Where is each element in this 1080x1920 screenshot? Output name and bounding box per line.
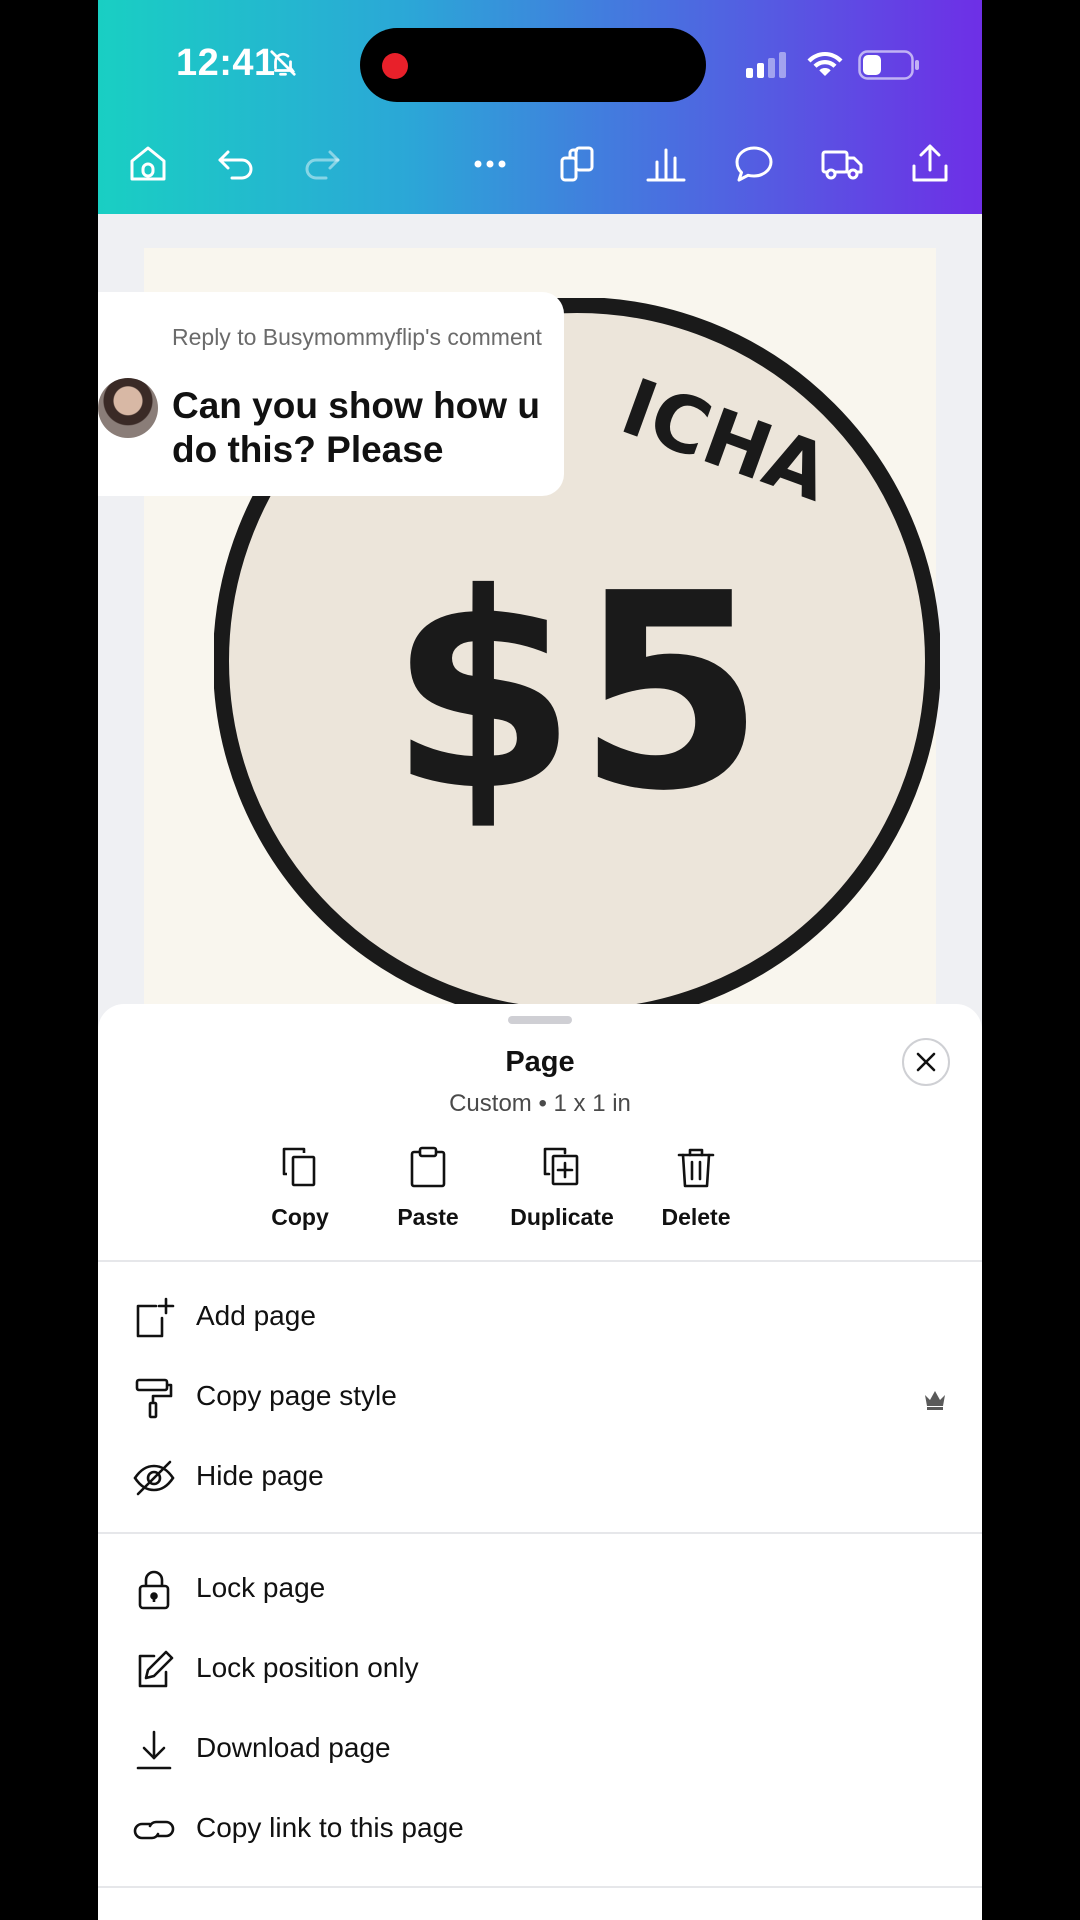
page-size-label: Custom • 1 x 1 in	[449, 1090, 631, 1117]
menu-item-label: Hide page	[196, 1460, 324, 1491]
menu-item-label: Lock page	[196, 1572, 326, 1603]
home-button[interactable]	[120, 136, 176, 192]
phone-screen: 12:41 ICHA $5 Reply to Busymommyflip's c…	[98, 0, 982, 1920]
menu-item-lock-page[interactable]: Lock page	[98, 1550, 982, 1630]
delete-button[interactable]: Delete	[636, 1144, 756, 1231]
menu-item-copy-page-style[interactable]: Copy page style	[98, 1358, 982, 1438]
menu-item-add-page[interactable]: Add page	[98, 1278, 982, 1358]
editor-toolbar	[98, 136, 982, 196]
copy-icon	[282, 1147, 316, 1187]
menu-item-label: Lock position only	[196, 1652, 419, 1683]
insights-button[interactable]	[638, 136, 694, 192]
close-button[interactable]	[902, 1038, 950, 1086]
pages-icon	[560, 146, 594, 182]
comment-button[interactable]	[726, 136, 782, 192]
status-time: 12:41	[176, 42, 276, 84]
pages-button[interactable]	[550, 136, 606, 192]
chart-icon	[646, 148, 686, 182]
share-icon	[912, 144, 948, 182]
undo-button[interactable]	[208, 136, 264, 192]
price-text: $5	[389, 535, 765, 850]
avatar	[98, 378, 158, 438]
editor-header: 12:41	[98, 0, 982, 214]
comment-icon	[735, 146, 773, 182]
print-delivery-button[interactable]	[814, 136, 870, 192]
reply-to-label: Reply to Busymommyflip's comment	[172, 324, 542, 350]
recording-indicator	[382, 53, 408, 79]
divider	[98, 1260, 982, 1262]
divider	[98, 1886, 982, 1888]
menu-item-label: Add page	[196, 1300, 316, 1331]
trash-icon	[677, 1148, 715, 1188]
status-bar: 12:41	[98, 0, 982, 120]
menu-item-lock-position[interactable]: Lock position only	[98, 1630, 982, 1710]
add-page-icon	[136, 1297, 175, 1338]
page-actions-row: Copy Paste Duplicate Delete	[98, 1144, 982, 1254]
action-label: Paste	[397, 1204, 459, 1230]
comment-reply-bubble: Reply to Busymommyflip's comment Can you…	[98, 292, 564, 506]
crown-icon	[925, 1391, 945, 1410]
close-icon	[916, 1052, 936, 1072]
menu-item-copy-link[interactable]: Copy link to this page	[98, 1790, 982, 1870]
share-button[interactable]	[902, 136, 958, 192]
dynamic-island	[360, 28, 706, 102]
lock-icon	[138, 1570, 170, 1610]
eye-off-icon	[133, 1460, 175, 1496]
menu-item-hide-page[interactable]: Hide page	[98, 1438, 982, 1518]
menu-item-label: Copy link to this page	[196, 1812, 464, 1843]
more-icon	[474, 160, 506, 168]
redo-button[interactable]	[294, 136, 350, 192]
home-icon	[130, 146, 166, 181]
divider	[98, 1532, 982, 1534]
menu-item-label: Copy page style	[196, 1380, 397, 1411]
redo-icon	[305, 150, 340, 180]
cellular-signal-icon	[744, 52, 788, 83]
duplicate-icon	[543, 1147, 579, 1186]
duplicate-button[interactable]: Duplicate	[502, 1144, 622, 1231]
page-options-sheet: Page Custom • 1 x 1 in Copy Paste Duplic…	[98, 1004, 982, 1920]
download-icon	[136, 1730, 172, 1770]
copy-button[interactable]: Copy	[240, 1144, 360, 1231]
menu-item-label: Download page	[196, 1732, 391, 1763]
sheet-title: Page	[505, 1046, 575, 1078]
link-icon	[133, 1820, 175, 1840]
bubble-tail	[98, 472, 100, 506]
delivery-truck-icon	[821, 150, 863, 180]
action-label: Copy	[271, 1204, 329, 1230]
silent-bell-icon	[268, 48, 298, 83]
sheet-drag-handle[interactable]	[508, 1016, 572, 1024]
comment-message: Can you show how u do this? Please	[172, 385, 540, 470]
edit-lock-icon	[138, 1650, 174, 1688]
wifi-icon	[806, 48, 844, 83]
paste-button[interactable]: Paste	[368, 1144, 488, 1231]
clipboard-icon	[410, 1146, 446, 1188]
undo-icon	[218, 150, 253, 180]
action-label: Delete	[661, 1204, 731, 1230]
paint-roller-icon	[135, 1378, 173, 1419]
action-label: Duplicate	[510, 1204, 614, 1230]
more-button[interactable]	[462, 136, 518, 192]
menu-item-download-page[interactable]: Download page	[98, 1710, 982, 1790]
battery-icon	[858, 50, 920, 85]
